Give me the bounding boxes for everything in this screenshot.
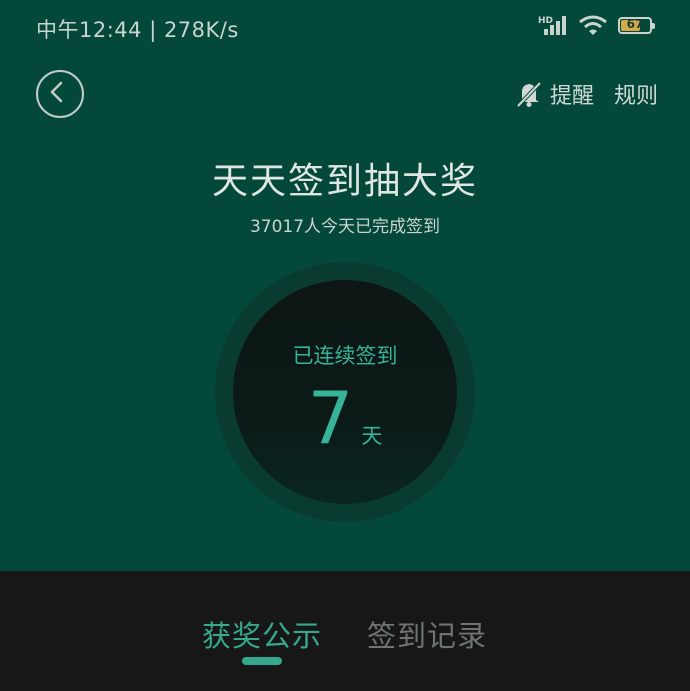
- streak-value: 7天: [233, 378, 457, 458]
- signal-icon: HD: [538, 16, 566, 35]
- streak-days: 7: [307, 376, 354, 460]
- chevron-left-icon: [50, 81, 63, 103]
- page-title: 天天签到抽大奖: [211, 161, 478, 202]
- wifi-icon: [579, 15, 607, 35]
- status-icons: HD 67: [538, 14, 655, 36]
- reminder-label: 提醒: [549, 84, 594, 109]
- top-actions: 提醒 规则: [514, 78, 658, 110]
- streak-unit: 天: [361, 424, 383, 448]
- status-time-speed: 中午12:44 | 278K/s: [36, 18, 239, 42]
- bell-off-icon: [516, 81, 542, 108]
- rules-link[interactable]: 规则: [614, 78, 658, 110]
- active-tab-indicator: [242, 657, 282, 665]
- tab-prize-announcement[interactable]: 获奖公示: [202, 613, 322, 655]
- status-bar: 中午12:44 | 278K/s HD 67: [0, 0, 690, 62]
- streak-label: 已连续签到: [292, 344, 398, 368]
- tab-checkin-records[interactable]: 签到记录: [367, 613, 487, 655]
- checkin-count-subtitle: 37017人今天已完成签到: [249, 217, 441, 237]
- bottom-tab-panel: 获奖公示 签到记录: [0, 571, 690, 691]
- battery-icon: 67: [618, 16, 655, 34]
- battery-level: 67: [626, 16, 644, 31]
- back-button[interactable]: [36, 70, 84, 118]
- network-label: HD: [538, 16, 553, 26]
- reminder-button[interactable]: 提醒: [514, 78, 594, 110]
